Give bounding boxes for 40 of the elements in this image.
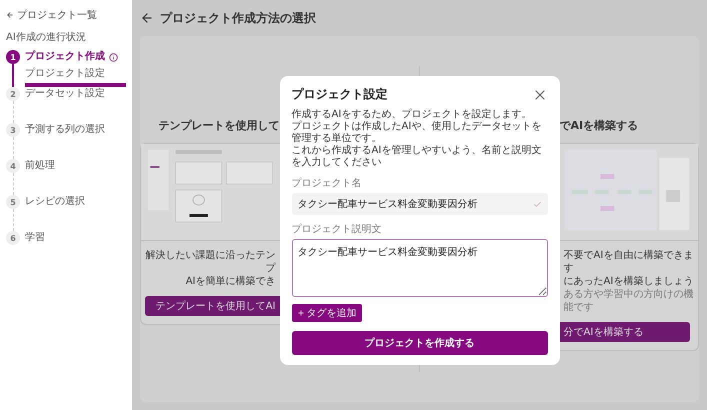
option-description: 不要でAIを自由に構築できます	[562, 249, 694, 275]
option-title: でAIを構築する	[560, 118, 638, 133]
field-label: プロジェクト名	[292, 176, 362, 190]
option-description: にあったAIを構築しましょう	[562, 275, 694, 288]
step-number: 5	[6, 195, 20, 209]
step-label[interactable]: 予測する列の選択	[25, 123, 105, 137]
create-project-button[interactable]: プロジェクトを作成する	[292, 331, 548, 355]
back-link[interactable]: プロジェクト一覧	[6, 8, 126, 22]
back-arrow-icon[interactable]	[140, 11, 154, 25]
name-input[interactable]: タクシー配車サービス料金変動要因分析	[298, 198, 532, 210]
step-number: 4	[6, 159, 20, 173]
description-field[interactable]: タクシー配車サービス料金変動要因分析	[292, 239, 548, 297]
back-arrow-icon[interactable]	[6, 11, 14, 19]
step-number: 2	[6, 87, 20, 101]
section-title: AI作成の進行状況	[6, 30, 87, 44]
option-description: 解決したい課題に沿ったテンプ	[144, 249, 277, 275]
option-description: ある方や学習中の方向けの機能です	[562, 288, 694, 314]
step-label[interactable]: 前処理	[25, 159, 55, 173]
step-number: 3	[6, 123, 20, 137]
step-number: 1	[6, 50, 20, 64]
option-button[interactable]: 分でAIを構築する	[560, 322, 690, 342]
option-description: AIを簡単に構築でき	[184, 275, 276, 288]
dialog-description: これから作成するAIを管理しやすいよう、名前と説明文を入力してください	[292, 145, 542, 169]
step-label[interactable]: プロジェクト作成	[25, 50, 105, 64]
dialog-description: プロジェクトは作成したAIや、使用したデータセットを管理する単位です。	[292, 121, 542, 144]
step-label[interactable]: レシピの選択	[25, 195, 85, 209]
info-icon[interactable]	[109, 52, 118, 62]
step-label[interactable]: 学習	[25, 231, 45, 245]
name-field[interactable]: タクシー配車サービス料金変動要因分析	[292, 193, 548, 215]
option-title: テンプレートを使用して	[158, 118, 280, 133]
add-tag-button[interactable]: タグを追加	[292, 304, 362, 322]
step-label[interactable]: データセット設定	[25, 87, 105, 101]
dialog-description: 作成するAIをするため、プロジェクトを設定します。	[292, 109, 532, 120]
page-title: プロジェクト作成方法の選択	[160, 10, 316, 26]
substep-item[interactable]: プロジェクト設定	[25, 66, 126, 87]
dialog-title: プロジェクト設定	[292, 86, 388, 103]
plus-icon[interactable]	[296, 309, 304, 317]
field-label: プロジェクト説明文	[292, 222, 382, 236]
step-number: 6	[6, 231, 20, 245]
option-button[interactable]: テンプレートを使用してAI	[145, 296, 280, 316]
